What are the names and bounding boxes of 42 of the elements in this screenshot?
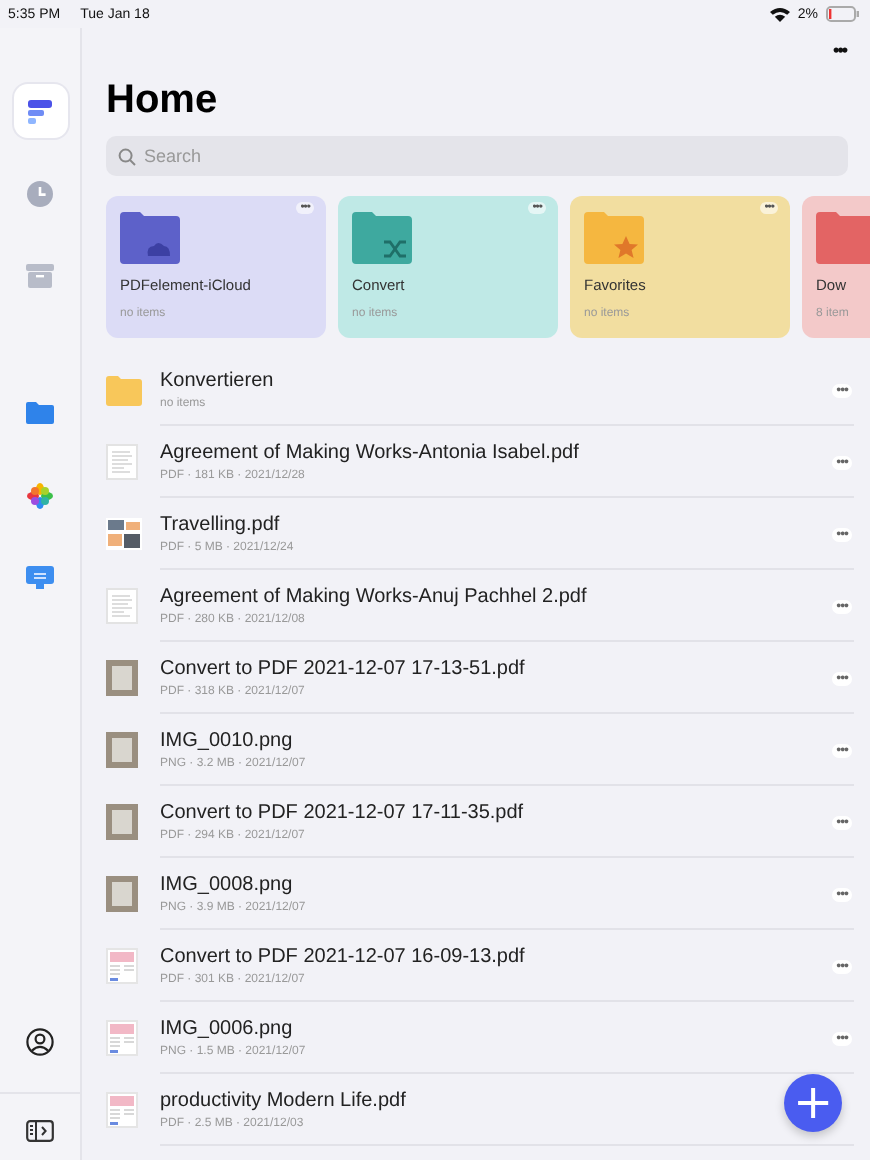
folder-icon [816,212,870,264]
battery-icon [826,6,860,22]
magazine-thumbnail [106,1020,138,1056]
monitor-icon [26,565,54,589]
page-title: Home [106,78,220,124]
sidebar-item[interactable] [13,84,67,138]
profile-icon[interactable] [26,1028,54,1056]
more-menu[interactable]: ••• [833,40,846,60]
search-icon [118,147,136,165]
file-name: IMG_0008.png [160,874,293,896]
file-name: Convert to PDF 2021-12-07 17-13-51.pdf [160,658,525,680]
file-name: Convert to PDF 2021-12-07 17-11-35.pdf [160,802,524,824]
collage-thumbnail [106,516,142,552]
photos-flower-icon [26,481,54,509]
magazine-thumbnail [106,1092,138,1128]
file-name: IMG_0006.png [160,1018,293,1040]
magazine-thumbnail [106,948,138,984]
file-name: Convert to PDF 2021-12-07 16-09-13.pdf [160,946,525,968]
file-name: Agreement of Making Works-Anuj Pachhel 2.pdf [160,586,587,608]
add-button[interactable]: + [784,1074,842,1132]
cloud-folder-icon [120,212,180,264]
star-folder-icon [584,212,644,264]
photo-placeholder [106,660,138,696]
photo-placeholder [106,876,138,912]
photo-placeholder [106,804,138,840]
file-name: Travelling.pdf [160,514,280,536]
app-logo-icon [26,97,54,125]
document-thumbnail [106,588,138,624]
folder-icon [26,402,54,424]
sidebar-toggle-icon[interactable] [26,1120,54,1142]
document-thumbnail [106,444,138,480]
file-name: productivity Modern Life.pdf [160,1090,406,1112]
search-field[interactable]: Search [106,136,848,176]
folder-icon [106,375,142,405]
photo-placeholder [106,732,138,768]
file-name: Konvertieren [160,370,274,392]
clock-icon [26,179,54,207]
file-name: IMG_0010.png [160,730,293,752]
wifi-icon [769,6,790,22]
archive-box-icon [26,263,54,287]
shuffle-folder-icon [352,212,412,264]
file-name: Agreement of Making Works-Antonia Isabel.pdf [160,442,579,464]
